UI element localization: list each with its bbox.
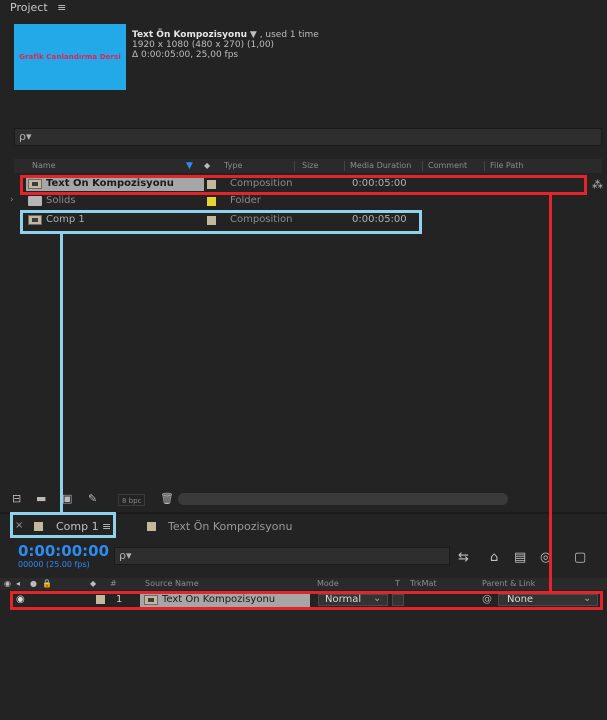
column-trkmat[interactable]: TrkMat (410, 579, 437, 588)
project-title-label: Project (10, 1, 48, 14)
visibility-header-icon[interactable]: ◉ (4, 579, 11, 588)
current-time-display[interactable]: 0:00:00:00 (18, 542, 109, 560)
project-search-input[interactable]: ρ▾ (14, 128, 602, 146)
selected-item-name: Text Ön Kompozisyonu (132, 30, 248, 40)
solo-header-icon[interactable]: ● (30, 579, 37, 588)
comp-label-swatch (147, 522, 156, 531)
tab-text-on-kompozisyonu[interactable]: Text Ön Kompozisyonu (168, 520, 292, 533)
comp-flowchart-icon[interactable]: ⇆ (458, 550, 469, 565)
blue-connector-line (60, 234, 63, 512)
red-highlight-layer-row (10, 591, 603, 610)
frame-rate-display: 00000 (25.00 fps) (18, 560, 90, 569)
column-size[interactable]: Size (302, 161, 318, 170)
resolution-text: 1920 x 1080 (480 x 270) (1,00) (132, 40, 275, 50)
project-item-solids[interactable]: › Solids Folder (10, 194, 602, 208)
graph-editor-icon[interactable]: ▢ (574, 550, 586, 565)
new-composition-icon[interactable]: ▣ (62, 492, 72, 505)
project-settings-icon[interactable]: ✎ (88, 492, 97, 505)
sort-arrow-icon[interactable]: ▼ (186, 161, 193, 171)
audio-header-icon[interactable]: ◂ (16, 579, 20, 588)
column-file-path[interactable]: File Path (490, 161, 524, 170)
item-name: Solids (46, 195, 76, 206)
column-number[interactable]: # (110, 579, 117, 588)
interpret-footage-icon[interactable]: ⊟ (12, 492, 21, 505)
label-swatch[interactable] (207, 197, 216, 206)
expand-arrow-icon[interactable]: › (10, 195, 14, 205)
column-type[interactable]: Type (224, 161, 242, 170)
column-mode[interactable]: Mode (317, 579, 339, 588)
thumbnail-text: Grafik Canlandırma Dersi (19, 53, 121, 61)
label-header-icon[interactable]: ◆ (90, 579, 96, 588)
project-panel-title[interactable]: Project ≡ (10, 0, 66, 16)
column-t[interactable]: T (395, 579, 400, 588)
lock-header-icon[interactable]: 🔒 (42, 579, 52, 588)
column-name[interactable]: Name (32, 161, 56, 170)
column-media-duration[interactable]: Media Duration (350, 161, 411, 170)
project-column-header: Name ▼ ◆ Type Size Media Duration Commen… (14, 159, 602, 173)
delete-icon[interactable]: 🗑 (160, 492, 174, 505)
column-parent-link[interactable]: Parent & Link (482, 579, 535, 588)
search-icon: ρ▾ (19, 130, 32, 143)
item-type: Folder (230, 195, 261, 206)
frame-blending-icon[interactable]: ▤ (514, 550, 526, 565)
new-folder-icon[interactable]: ▬ (36, 492, 46, 505)
selected-item-info: Text Ön Kompozisyonu ▼ , used 1 time 192… (132, 30, 319, 60)
timeline-search-input[interactable]: ρ▾ (114, 547, 450, 565)
red-highlight-project-item (20, 175, 587, 195)
composition-thumbnail: Grafik Canlandırma Dersi (14, 24, 126, 90)
bit-depth-button[interactable]: 8 bpc (118, 494, 146, 506)
panel-menu-icon[interactable]: ≡ (57, 1, 66, 14)
blue-highlight-comp1-item (20, 210, 422, 234)
column-source-name[interactable]: Source Name (145, 579, 199, 588)
duration-fps-text: Δ 0:00:05:00, 25,00 fps (132, 50, 239, 60)
column-comment[interactable]: Comment (428, 161, 467, 170)
red-connector-line (549, 195, 552, 593)
label-tag-icon[interactable]: ◆ (204, 161, 210, 170)
timeline-column-header: ◉ ◂ ● 🔒 ◆ # Source Name Mode T TrkMat Pa… (0, 578, 607, 590)
horizontal-scrollbar[interactable] (178, 493, 508, 505)
usage-text[interactable]: ▼ , used 1 time (250, 30, 319, 40)
folder-icon (28, 196, 42, 206)
blue-highlight-comp1-tab (10, 512, 116, 538)
flowchart-icon[interactable]: ⁂ (592, 178, 603, 191)
search-icon: ρ▾ (119, 549, 132, 562)
shy-layers-icon[interactable]: ⌂ (490, 550, 498, 565)
